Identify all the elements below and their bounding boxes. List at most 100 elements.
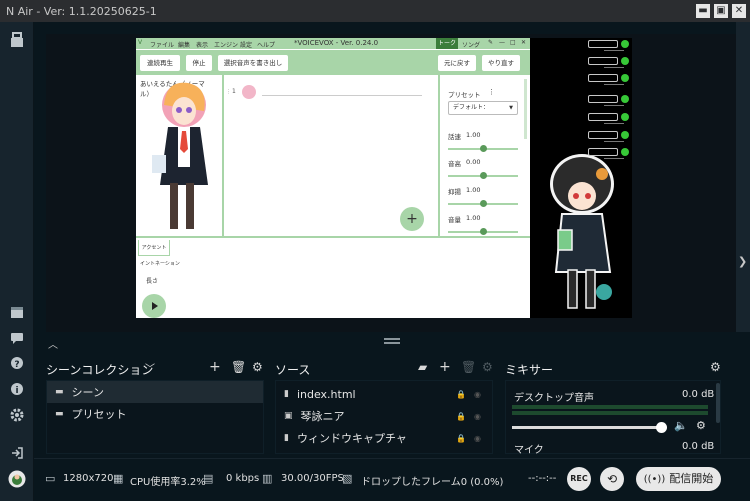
vv-tab-length[interactable]: 長さ (146, 276, 158, 285)
browser-source-icon: ▮ (284, 389, 289, 399)
vv-tab-song[interactable]: ソング (462, 40, 480, 49)
clapper-icon[interactable] (9, 305, 25, 321)
vv-pin-icon[interactable]: ✎ (488, 39, 493, 46)
dock-divider[interactable]: ︿ (34, 332, 750, 354)
scene-item[interactable]: ▬ プリセット (47, 403, 263, 425)
scene-collection-title[interactable]: シーンコレクション (46, 361, 153, 378)
lock-icon[interactable]: 🔒 (456, 434, 466, 443)
speaker-icon[interactable]: 🔈 (674, 419, 688, 432)
vv-stop-button[interactable]: 停止 (186, 55, 212, 71)
status-dot-icon (621, 57, 629, 65)
channel-settings-icon[interactable]: ⚙ (696, 419, 706, 432)
source-item[interactable]: ▮ ウィンドウキャプチャ 🔒 ◉ (276, 427, 492, 449)
add-scene-icon[interactable]: + (209, 359, 221, 375)
source-item-label: ウィンドウキャプチャ (296, 432, 407, 445)
vv-add-row-button[interactable]: + (400, 207, 424, 231)
title-bar: N Air - Ver: 1.1.20250625-1 ▬ ▣ ✕ (0, 0, 750, 22)
character-illustration-a (146, 75, 216, 235)
left-sidebar: ? i (0, 22, 34, 501)
chat-tag-underline (604, 141, 624, 142)
volume-slider[interactable] (512, 422, 667, 433)
vv-row-text-input[interactable] (262, 95, 422, 96)
vv-undo-button[interactable]: 元に戻す (438, 55, 476, 71)
scene-item-label: プリセット (71, 408, 127, 421)
vv-param-knob[interactable] (480, 145, 487, 152)
vv-play-button[interactable] (142, 294, 166, 318)
source-item[interactable]: ▮ index.html 🔒 ◉ (276, 383, 492, 405)
voicevox-titlebar: V ファイル 編集 表示 エンジン 設定 ヘルプ *VOICEVOX - Ver… (136, 38, 530, 49)
settings-icon[interactable] (9, 408, 25, 424)
vv-tab-intonation[interactable]: イントネーション (140, 260, 180, 267)
vv-param-knob[interactable] (480, 172, 487, 179)
vv-maximize-icon[interactable]: □ (510, 39, 516, 46)
chat-icon[interactable] (9, 331, 25, 347)
vv-menu-file[interactable]: ファイル (150, 40, 174, 49)
chevron-right-icon[interactable]: ❯ (738, 255, 747, 268)
monitor-icon: ▭ (45, 472, 56, 485)
vv-minimize-icon[interactable]: — (499, 39, 505, 46)
volume-knob[interactable] (656, 422, 667, 433)
vv-export-selected-button[interactable]: 選択音声を書き出し (218, 55, 288, 71)
vv-row-avatar[interactable] (242, 85, 256, 99)
mixer-scrollbar[interactable] (716, 383, 720, 423)
chevron-down-icon[interactable]: ﹀ (145, 360, 155, 375)
scene-item[interactable]: ▬ シーン (47, 381, 263, 403)
studio-icon[interactable] (9, 32, 25, 48)
chat-tag-underline (604, 105, 624, 106)
drag-handle-icon[interactable] (384, 338, 400, 340)
lock-icon[interactable]: 🔒 (456, 390, 466, 399)
vv-preset-value: デフォルト： (453, 104, 490, 111)
source-settings-icon[interactable]: ⚙ (482, 360, 493, 374)
visibility-icon[interactable]: ◉ (474, 390, 481, 399)
chat-tag-underline (604, 123, 624, 124)
visibility-icon[interactable]: ◉ (474, 434, 481, 443)
user-icon[interactable] (8, 470, 26, 488)
vv-scrollbar[interactable] (524, 79, 527, 139)
record-button[interactable]: REC (567, 467, 591, 491)
vv-menu-settings[interactable]: 設定 (240, 40, 252, 49)
info-icon[interactable]: i (9, 382, 25, 398)
scene-settings-icon[interactable]: ⚙ (252, 360, 263, 374)
visibility-icon[interactable]: ◉ (474, 412, 481, 421)
fps-icon: ▥ (262, 472, 273, 485)
start-stream-button[interactable]: ((•)) 配信開始 (636, 467, 721, 491)
minimize-button[interactable]: ▬ (696, 4, 710, 18)
help-icon[interactable]: ? (9, 356, 25, 372)
vv-close-icon[interactable]: ✕ (521, 39, 526, 46)
logout-icon[interactable] (9, 446, 25, 462)
vv-menu-engine[interactable]: エンジン (214, 40, 238, 49)
vv-menu-help[interactable]: ヘルプ (257, 40, 275, 49)
folder-icon[interactable]: ▰ (418, 360, 427, 374)
vv-redo-button[interactable]: やり直す (482, 55, 520, 71)
source-item[interactable]: ▣ 琴詠ニア 🔒 ◉ (276, 405, 492, 427)
fps-text: 30.00/30FPS (281, 473, 344, 484)
cpu-text: CPU使用率3.2% (130, 477, 206, 488)
vv-param-knob[interactable] (480, 228, 487, 235)
vv-continuous-play-button[interactable]: 連続再生 (140, 55, 180, 71)
delete-source-icon[interactable]: 🗑 (461, 360, 476, 374)
vv-preset-menu-icon[interactable]: ⋮ (488, 88, 495, 96)
vv-preset-select[interactable]: デフォルト： ▼ (448, 101, 518, 115)
maximize-button[interactable]: ▣ (714, 4, 728, 18)
lock-icon[interactable]: 🔒 (456, 412, 466, 421)
delete-scene-icon[interactable]: 🗑 (231, 360, 246, 374)
vv-row-handle-icon[interactable]: ⋮ (226, 89, 231, 95)
vv-menu-view[interactable]: 表示 (196, 40, 208, 49)
vv-menu-edit[interactable]: 編集 (178, 40, 190, 49)
mixer-panel: デスクトップ音声 0.0 dB 🔈 ⚙ マイク 0.0 dB (505, 380, 721, 456)
vv-param-label: 話速 (448, 133, 461, 141)
vv-param-knob[interactable] (480, 200, 487, 207)
vv-window-title: *VOICEVOX - Ver. 0.24.0 (294, 39, 379, 47)
chevron-up-icon[interactable]: ︿ (48, 336, 58, 351)
close-button[interactable]: ✕ (732, 4, 746, 18)
cpu-icon: ▦ (113, 472, 124, 485)
vv-param-label: 音量 (448, 216, 461, 224)
vv-tab-talk[interactable]: トーク (436, 38, 458, 49)
source-list: ▮ index.html 🔒 ◉ ▣ 琴詠ニア 🔒 ◉ ▮ ウィンドウキャプチャ… (275, 380, 493, 454)
replay-buffer-button[interactable]: ⟲ (600, 467, 624, 491)
add-source-icon[interactable]: + (439, 359, 451, 375)
mixer-settings-icon[interactable]: ⚙ (710, 360, 721, 374)
vv-tab-accent[interactable]: アクセント (138, 240, 170, 256)
image-source-icon: ▣ (284, 411, 293, 421)
vv-text-area[interactable]: ⋮ 1 + (224, 75, 438, 236)
